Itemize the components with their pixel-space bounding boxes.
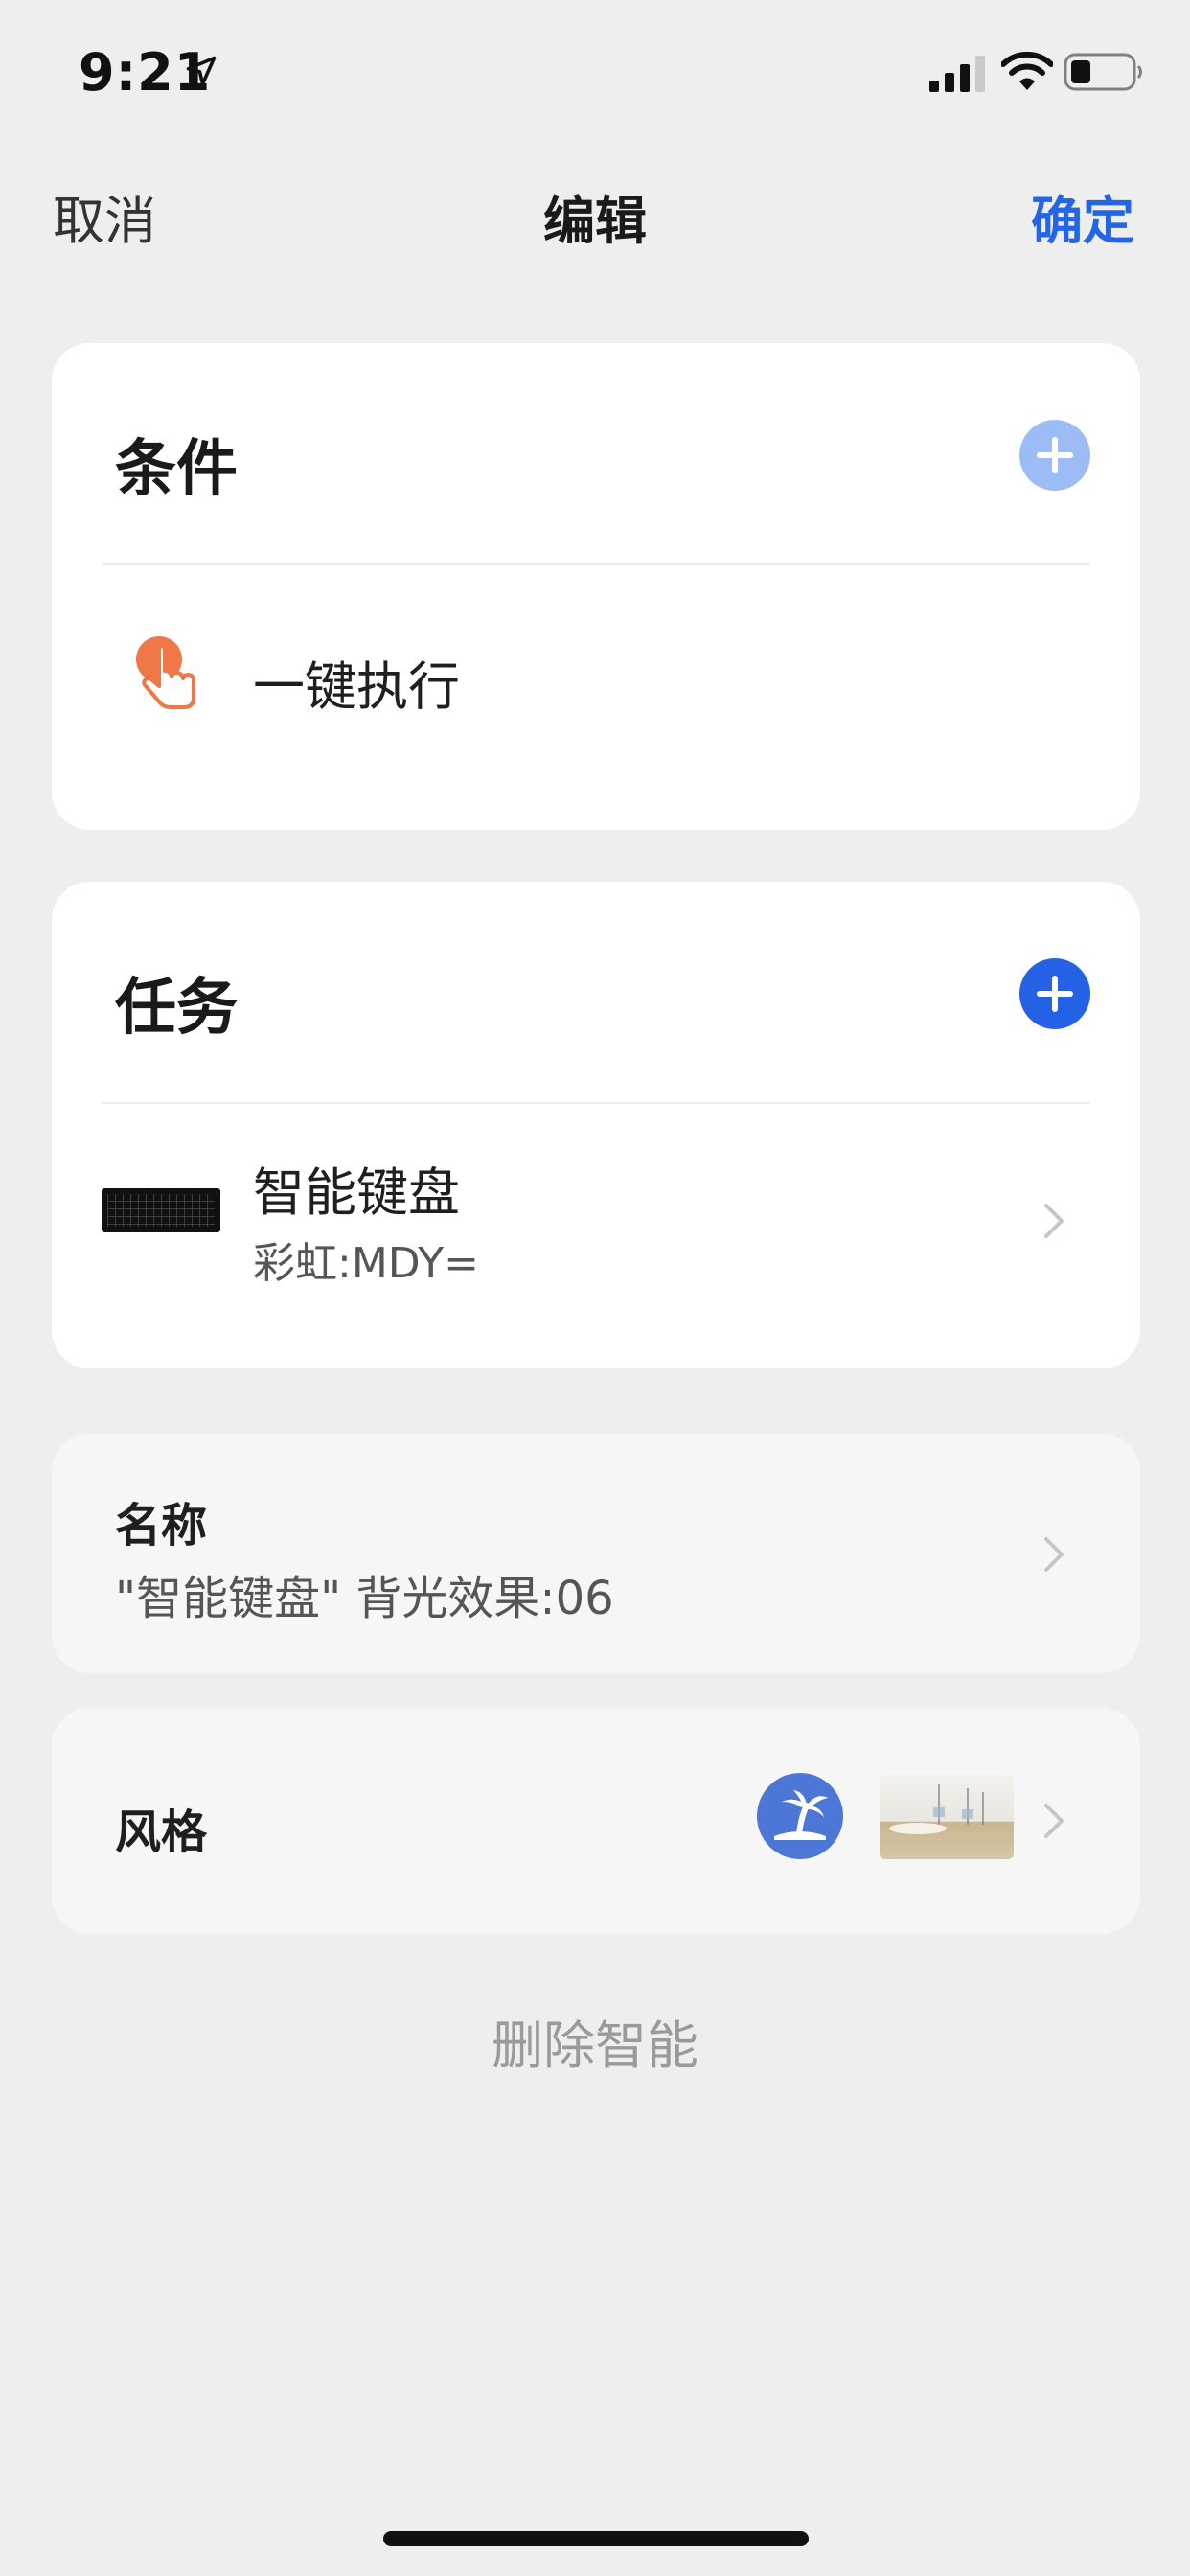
page-title: 编辑 [543, 191, 647, 251]
location-arrow-icon [186, 56, 217, 86]
divider [102, 564, 1090, 565]
style-label: 风格 [115, 1806, 208, 1859]
status-bar: 9:21 [0, 0, 1190, 144]
navigation-bar: 取消 编辑 确定 [0, 172, 1190, 251]
tap-hand-icon [136, 636, 195, 709]
name-label: 名称 [115, 1499, 208, 1552]
task-title: 智能键盘 [253, 1162, 460, 1223]
add-condition-button[interactable] [1019, 420, 1090, 491]
tasks-header: 任务 [115, 973, 238, 1044]
tasks-card: 任务 智能键盘 彩虹:MDY= [52, 882, 1140, 1368]
keyboard-thumbnail [102, 1188, 220, 1232]
name-value: "智能键盘" 背光效果:06 [115, 1572, 614, 1625]
chevron-right-icon[interactable] [1035, 1535, 1073, 1574]
cellular-signal-icon [929, 56, 985, 92]
conditions-card: 条件 一键执行 [52, 343, 1140, 830]
chevron-right-icon[interactable] [1035, 1802, 1073, 1840]
wifi-icon [1001, 52, 1053, 90]
palm-tree-icon[interactable] [757, 1773, 843, 1859]
style-background-thumbnail[interactable] [880, 1775, 1014, 1859]
add-task-button[interactable] [1019, 958, 1090, 1029]
chevron-right-icon[interactable] [1035, 1202, 1073, 1240]
name-row[interactable]: 名称 "智能键盘" 背光效果:06 [52, 1434, 1140, 1673]
style-row[interactable]: 风格 [52, 1708, 1140, 1934]
home-indicator [383, 2531, 809, 2546]
conditions-header: 条件 [115, 434, 238, 505]
condition-label: 一键执行 [253, 656, 460, 717]
confirm-button[interactable]: 确定 [1031, 178, 1134, 254]
delete-smart-button[interactable]: 删除智能 [0, 2003, 1190, 2079]
divider [102, 1102, 1090, 1104]
task-subtitle: 彩虹:MDY= [253, 1239, 480, 1288]
battery-icon [1064, 53, 1142, 91]
